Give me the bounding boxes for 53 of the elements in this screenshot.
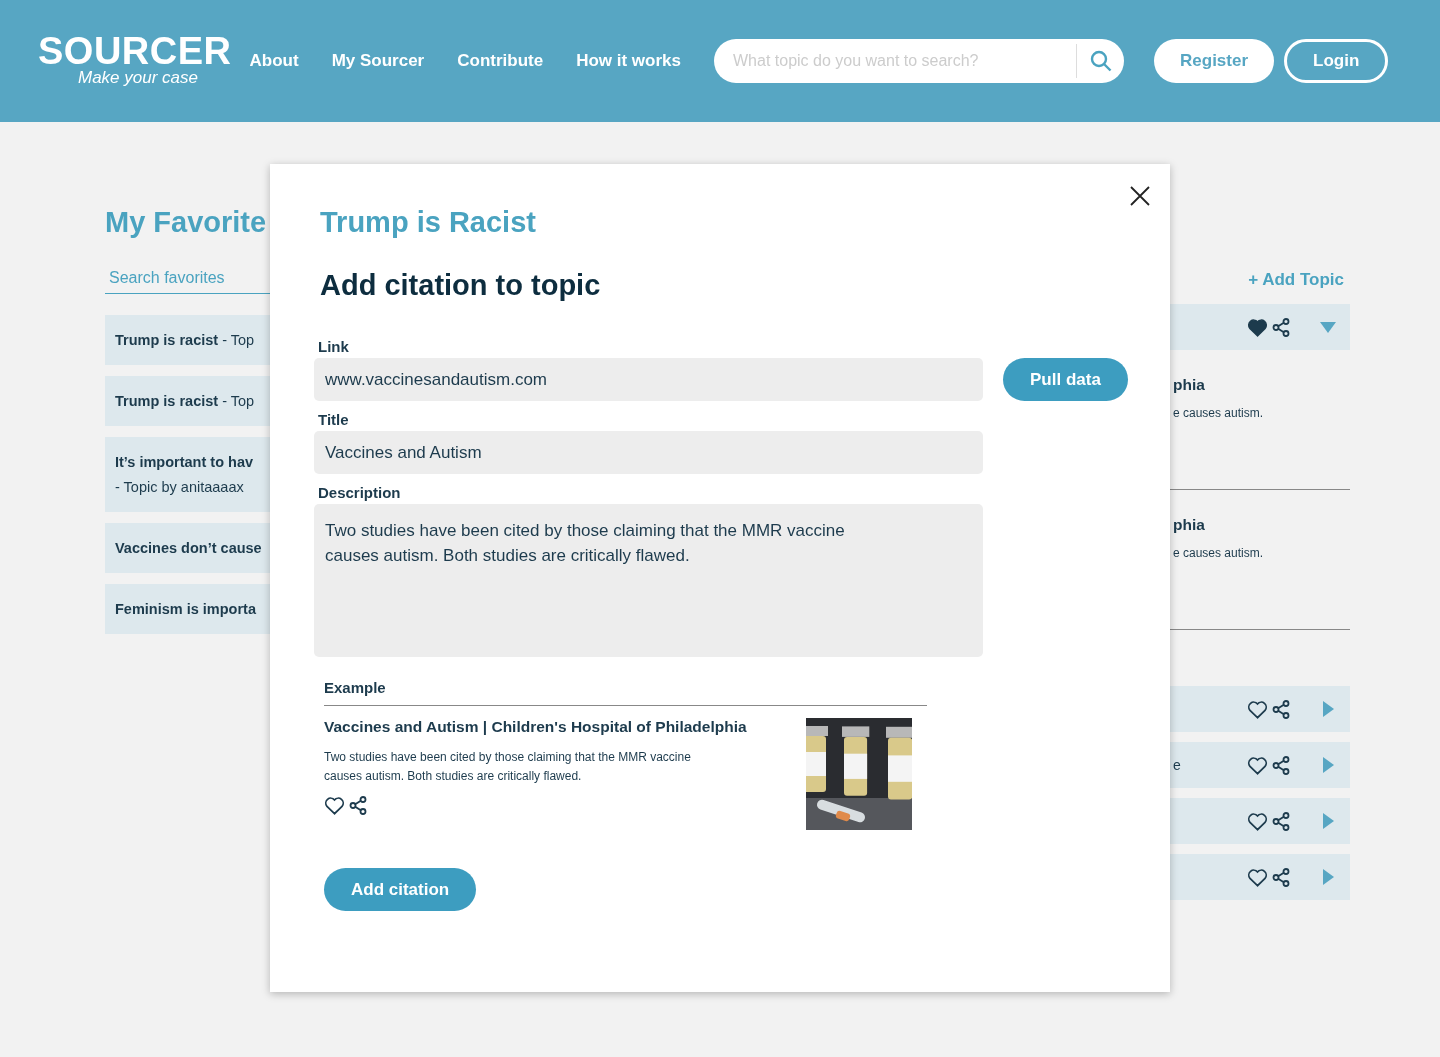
citation-description: Two studies have been cited by those claiming that the MMR vaccine causes autism. Both studies are critically flawed.: [324, 749, 692, 785]
dialog-heading: Add citation to topic: [320, 269, 602, 302]
share-icon[interactable]: [1272, 699, 1290, 719]
description-field[interactable]: Two studies have been cited by those claiming that the MMR vaccine causes autism. Both studies are critically flawed.: [314, 504, 983, 657]
favorite-item[interactable]: It’s important to hav - Topic by anitaaaax: [105, 437, 270, 512]
citation-description: e causes autism.: [1173, 546, 1265, 560]
favorite-item[interactable]: Vaccines don’t cause: [105, 523, 270, 573]
logo[interactable]: SOURCER: [38, 34, 232, 68]
text-field[interactable]: www.vaccinesandautism.com: [314, 358, 983, 401]
nav-link[interactable]: My Sourcer: [331, 51, 425, 71]
heart-icon[interactable]: [324, 796, 345, 815]
topic-row[interactable]: [1170, 854, 1350, 900]
nav-link[interactable]: Contribute: [457, 51, 544, 71]
pull-data-button[interactable]: Pull data: [1003, 358, 1128, 401]
share-icon[interactable]: [1272, 811, 1290, 831]
login-button[interactable]: Login: [1284, 39, 1389, 83]
close-button[interactable]: [1128, 184, 1152, 208]
share-icon[interactable]: [349, 796, 367, 815]
citation-description: e causes autism.: [1173, 406, 1265, 420]
logo-tagline: Make your case: [78, 68, 199, 88]
topic-row[interactable]: [1170, 686, 1350, 732]
add-topic-link[interactable]: + Add Topic: [1248, 270, 1344, 290]
topic-title: Trump is Racist: [320, 206, 537, 239]
favorite-item[interactable]: Trump is racist - Top: [105, 376, 270, 426]
field-label: Title: [318, 411, 350, 428]
register-button[interactable]: Register: [1154, 39, 1275, 83]
favorite-item[interactable]: Trump is racist - Top: [105, 315, 270, 365]
heart-icon[interactable]: [1247, 811, 1268, 831]
heart-icon[interactable]: [1247, 867, 1268, 887]
share-icon[interactable]: [1272, 867, 1290, 887]
topic-row[interactable]: [1170, 304, 1350, 350]
citation-title: phia: [1173, 516, 1206, 534]
search-icon: [1089, 50, 1112, 72]
text-field[interactable]: Vaccines and Autism: [314, 431, 983, 474]
favorite-item[interactable]: Feminism is importa: [105, 584, 270, 634]
favorites-search-field[interactable]: Search favorites: [105, 265, 270, 294]
field-label: Description: [318, 484, 402, 501]
heart-icon[interactable]: [1247, 755, 1268, 775]
field-label: Link: [318, 338, 350, 355]
heart-icon[interactable]: [1247, 317, 1268, 337]
citation-title: Vaccines and Autism | Children's Hospital of Philadelphia: [324, 718, 748, 736]
nav-link[interactable]: About: [249, 51, 299, 71]
topic-row[interactable]: [1170, 798, 1350, 844]
favorites-title: My Favorite: [105, 206, 268, 239]
example-label: Example: [324, 679, 927, 706]
heart-icon[interactable]: [1247, 699, 1268, 719]
add-citation-button[interactable]: Add citation: [324, 868, 477, 911]
share-icon[interactable]: [1272, 755, 1290, 775]
topic-text: e: [1173, 757, 1181, 773]
share-icon[interactable]: [1272, 317, 1290, 337]
citation-title: phia: [1173, 376, 1206, 394]
nav-link[interactable]: How it works: [576, 51, 681, 71]
topic-row[interactable]: e: [1170, 742, 1350, 788]
